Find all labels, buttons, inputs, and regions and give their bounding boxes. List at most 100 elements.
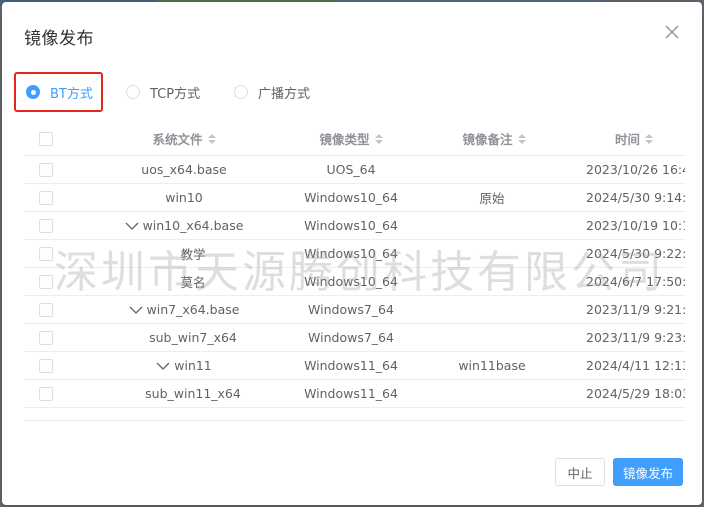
table-row[interactable]: sub_win11_x64 Windows11_64 2024/5/29 18:… xyxy=(24,380,685,408)
row-checkbox[interactable] xyxy=(39,218,53,233)
row-checkbox-cell xyxy=(36,212,56,239)
row-checkbox[interactable] xyxy=(39,330,53,345)
radio-broadcast-method[interactable]: 广播方式 xyxy=(234,72,310,112)
publish-image-dialog: 镜像发布 BT方式 TCP方式 广播方式 系统文件 镜像类型 镜像备注 时间 u… xyxy=(2,2,702,505)
row-time: 2024/4/11 12:13: xyxy=(586,358,685,373)
row-checkbox-cell xyxy=(36,380,56,407)
radio-checked-icon xyxy=(26,85,40,99)
row-checkbox-cell xyxy=(36,296,56,323)
close-icon[interactable] xyxy=(662,22,682,42)
row-note xyxy=(422,212,562,239)
table-row[interactable]: uos_x64.base UOS_64 2023/10/26 16:44 xyxy=(24,156,685,184)
table-row[interactable]: win10_x64.base Windows10_64 2023/10/19 1… xyxy=(24,212,685,240)
row-name: sub_win7_x64 xyxy=(149,330,237,345)
sort-icon[interactable] xyxy=(374,133,383,144)
row-type: Windows7_64 xyxy=(308,302,394,317)
stop-button[interactable]: 中止 xyxy=(555,458,605,486)
row-type: Windows10_64 xyxy=(304,190,398,205)
row-checkbox[interactable] xyxy=(39,274,53,289)
row-checkbox-cell xyxy=(36,268,56,295)
row-type: Windows11_64 xyxy=(304,358,398,373)
row-checkbox[interactable] xyxy=(39,386,53,401)
table-row[interactable]: win11 Windows11_64 win11base 2024/4/11 1… xyxy=(24,352,685,380)
radio-tcp-method[interactable]: TCP方式 xyxy=(126,72,200,112)
row-type: Windows10_64 xyxy=(304,218,398,233)
row-time: 2023/11/9 9:21: xyxy=(586,302,685,317)
row-time: 2024/6/7 17:50: xyxy=(586,274,685,289)
row-type: Windows10_64 xyxy=(304,246,398,261)
publish-method-radio-group: BT方式 TCP方式 广播方式 xyxy=(12,72,412,112)
header-type-label: 镜像类型 xyxy=(319,132,370,147)
publish-button[interactable]: 镜像发布 xyxy=(613,458,683,486)
sort-icon[interactable] xyxy=(207,133,216,144)
row-name: win11 xyxy=(174,358,212,373)
row-time: 2023/10/19 10:17 xyxy=(586,218,685,233)
row-name: win10 xyxy=(165,190,203,205)
row-name: sub_win11_x64 xyxy=(145,386,241,401)
header-time[interactable]: 时间 xyxy=(584,122,684,155)
radio-label: TCP方式 xyxy=(150,86,201,102)
row-name: win10_x64.base xyxy=(142,218,244,233)
chevron-down-icon[interactable] xyxy=(125,221,139,231)
header-checkbox-cell xyxy=(36,122,56,155)
row-time: 2024/5/29 18:03: xyxy=(586,386,685,401)
row-checkbox[interactable] xyxy=(39,358,53,373)
row-type: Windows7_64 xyxy=(308,330,394,345)
row-name: 教学 xyxy=(180,247,206,262)
header-name[interactable]: 系统文件 xyxy=(84,122,284,155)
row-checkbox[interactable] xyxy=(39,190,53,205)
row-name: 莫名 xyxy=(180,275,206,290)
chevron-down-icon[interactable] xyxy=(129,305,143,315)
table-row[interactable]: win7_x64.base Windows7_64 2023/11/9 9:21… xyxy=(24,296,685,324)
row-checkbox-cell xyxy=(36,352,56,379)
row-name-cell: win10_x64.base xyxy=(84,212,284,239)
row-time: 2024/5/30 9:14: xyxy=(586,190,685,205)
header-time-label: 时间 xyxy=(614,132,640,147)
radio-unchecked-icon xyxy=(126,85,140,99)
radio-label: BT方式 xyxy=(50,86,93,102)
row-note: 原始 xyxy=(479,191,505,206)
sort-icon[interactable] xyxy=(517,133,526,144)
table-row[interactable]: win10 Windows10_64 原始 2024/5/30 9:14: xyxy=(24,184,685,212)
row-note: win11base xyxy=(458,358,526,373)
row-time: 2023/10/26 16:44 xyxy=(586,162,685,177)
sort-icon[interactable] xyxy=(645,133,653,144)
chevron-down-icon[interactable] xyxy=(156,361,170,371)
image-table: 系统文件 镜像类型 镜像备注 时间 uos_x64.base UOS_64 20… xyxy=(24,122,685,420)
row-name: uos_x64.base xyxy=(141,162,227,177)
header-name-label: 系统文件 xyxy=(152,132,203,147)
row-note xyxy=(422,156,562,183)
header-type[interactable]: 镜像类型 xyxy=(256,122,446,155)
table-row[interactable]: 莫名 Windows10_64 2024/6/7 17:50: xyxy=(24,268,685,296)
row-time: 2024/5/30 9:22: xyxy=(586,246,685,261)
radio-unchecked-icon xyxy=(234,85,248,99)
header-note-label: 镜像备注 xyxy=(462,132,513,147)
row-type: UOS_64 xyxy=(326,162,376,177)
row-checkbox[interactable] xyxy=(39,246,53,261)
row-time: 2023/11/9 9:23: xyxy=(586,330,685,345)
table-row[interactable]: sub_win7_x64 Windows7_64 2023/11/9 9:23: xyxy=(24,324,685,352)
radio-label: 广播方式 xyxy=(258,86,311,102)
row-type: Windows11_64 xyxy=(304,386,398,401)
header-note[interactable]: 镜像备注 xyxy=(424,122,564,155)
row-checkbox-cell xyxy=(36,156,56,183)
row-checkbox[interactable] xyxy=(39,162,53,177)
row-type: Windows10_64 xyxy=(304,274,398,289)
row-name-cell: win7_x64.base xyxy=(84,296,284,323)
row-note xyxy=(422,268,562,295)
dialog-title: 镜像发布 xyxy=(24,29,94,49)
select-all-checkbox[interactable] xyxy=(39,131,53,146)
row-note xyxy=(422,296,562,323)
row-note xyxy=(422,324,562,351)
table-header-row: 系统文件 镜像类型 镜像备注 时间 xyxy=(24,122,685,156)
row-note xyxy=(422,380,562,407)
table-row[interactable]: 教学 Windows10_64 2024/5/30 9:22: xyxy=(24,240,685,268)
row-checkbox-cell xyxy=(36,240,56,267)
row-name: win7_x64.base xyxy=(146,302,240,317)
table-bottom-divider xyxy=(24,420,685,421)
radio-bt-method[interactable]: BT方式 xyxy=(14,72,103,112)
row-checkbox[interactable] xyxy=(39,302,53,317)
row-checkbox-cell xyxy=(36,324,56,351)
row-name-cell: win11 xyxy=(84,352,284,379)
row-note xyxy=(422,240,562,267)
